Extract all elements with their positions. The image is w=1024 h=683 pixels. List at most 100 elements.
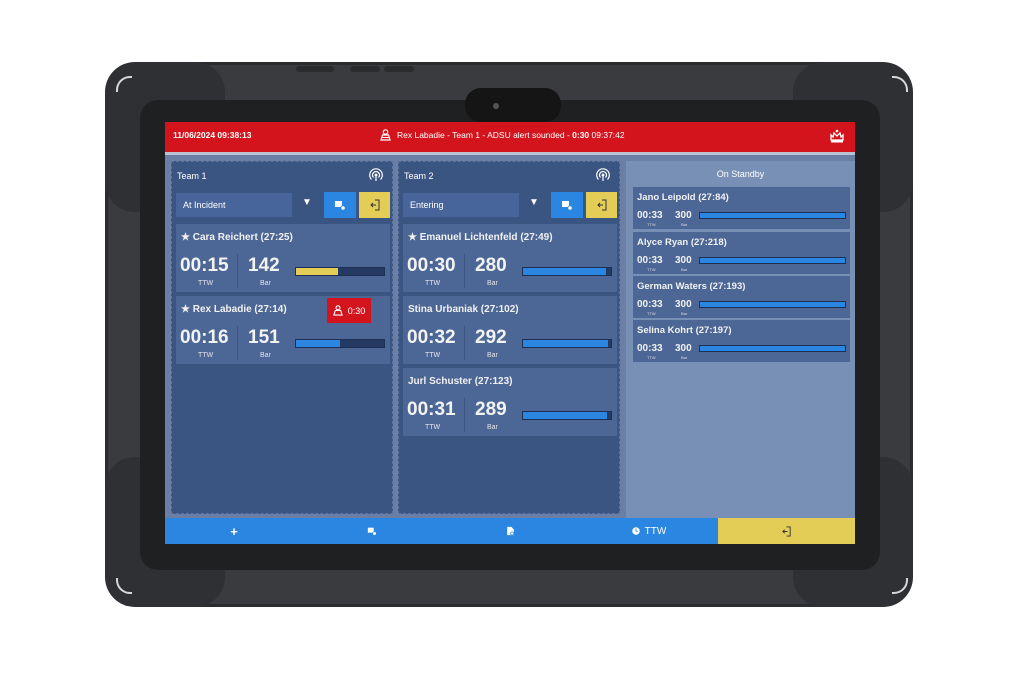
alert-bar[interactable]: 11/06/2024 09:38:13 Rex Labadie - Team 1… — [165, 122, 855, 152]
camera-icon — [493, 103, 499, 109]
divider — [237, 254, 238, 288]
withdraw-all-button[interactable] — [718, 518, 855, 544]
pressure-value: 142 — [248, 255, 280, 276]
ttw-label: TTW — [198, 352, 214, 359]
alert-text: Rex Labadie - Team 1 - ADSU alert sounde… — [397, 130, 573, 140]
ttw-value: 00:30 — [407, 255, 456, 276]
team-status-select[interactable]: At Incident — [176, 193, 292, 217]
team-withdraw-button[interactable] — [359, 192, 390, 218]
divider — [464, 398, 465, 432]
pressure-gauge — [522, 411, 612, 420]
pressure-value: 151 — [248, 327, 280, 348]
document-icon — [506, 526, 514, 536]
pressure-gauge-fill — [296, 340, 340, 347]
divider — [237, 326, 238, 360]
ttw-value: 00:16 — [180, 327, 229, 348]
firefighter-card[interactable]: Stina Urbaniak (27:102) 00:32 TTW 292 Ba… — [403, 296, 617, 364]
bottom-toolbar: + TTW — [165, 518, 855, 544]
brigade-logo-icon[interactable] — [829, 128, 845, 144]
pressure-value: 300 — [675, 210, 692, 221]
camera-housing — [465, 88, 561, 122]
ttw-button[interactable]: TTW — [579, 518, 718, 544]
standby-card[interactable]: German Waters (27:193) 00:33 TTW 300 Bar — [633, 276, 850, 318]
exit-door-icon — [596, 199, 606, 211]
pressure-label: Bar — [681, 267, 688, 272]
pressure-label: Bar — [681, 222, 688, 227]
exit-door-icon — [369, 199, 379, 211]
standby-panel: On Standby Jano Leipold (27:84) 00:33 TT… — [626, 161, 855, 518]
adsu-alarm-badge[interactable]: 0:30 — [327, 298, 371, 323]
standby-title: On Standby — [716, 169, 765, 179]
alert-datetime: 11/06/2024 09:38:13 — [173, 130, 252, 140]
hardware-button — [350, 66, 380, 72]
firefighter-name: German Waters (27:193) — [637, 281, 746, 292]
firefighter-card[interactable]: Jurl Schuster (27:123) 00:31 TTW 289 Bar — [403, 368, 617, 436]
standby-card[interactable]: Selina Kohrt (27:197) 00:33 TTW 300 Bar — [633, 320, 850, 362]
pressure-value: 280 — [475, 255, 507, 276]
divider — [464, 326, 465, 360]
team-status-select[interactable]: Entering — [403, 193, 519, 217]
pressure-gauge — [295, 267, 385, 276]
pressure-gauge — [699, 257, 846, 264]
equipment-icon — [562, 201, 573, 211]
pressure-gauge — [699, 301, 846, 308]
firefighter-name: ★ Rex Labadie (27:14) — [181, 304, 287, 315]
pressure-label: Bar — [487, 352, 498, 359]
equipment-button[interactable] — [303, 518, 441, 544]
pressure-label: Bar — [260, 352, 271, 359]
ttw-label: TTW — [647, 267, 656, 272]
firefighter-name: Jurl Schuster (27:123) — [408, 376, 513, 387]
pressure-gauge-fill — [523, 340, 609, 347]
standby-card[interactable]: Alyce Ryan (27:218) 00:33 TTW 300 Bar — [633, 232, 850, 274]
team-panel: Team 2 Entering ▼ ★ Emanuel Lichtenfeld … — [398, 161, 620, 514]
firefighter-name: Stina Urbaniak (27:102) — [408, 304, 519, 315]
hardware-button — [384, 66, 414, 72]
divider — [464, 254, 465, 288]
ttw-label: TTW — [647, 355, 656, 360]
ttw-value: 00:31 — [407, 399, 456, 420]
dropdown-arrow-icon[interactable]: ▼ — [529, 197, 539, 208]
pressure-label: Bar — [681, 355, 688, 360]
ttw-label: TTW — [647, 311, 656, 316]
ttw-value: 00:33 — [637, 255, 663, 266]
firefighter-name: Selina Kohrt (27:197) — [637, 325, 732, 336]
firefighter-name: ★ Emanuel Lichtenfeld (27:49) — [408, 232, 553, 243]
timer-icon — [631, 527, 640, 535]
ttw-label: TTW — [198, 280, 214, 287]
pressure-gauge — [699, 345, 846, 352]
team-panel: Team 1 At Incident ▼ ★ Cara Reichert (27… — [171, 161, 393, 514]
team-withdraw-button[interactable] — [586, 192, 617, 218]
team-settings-button[interactable] — [324, 192, 356, 218]
pressure-gauge — [295, 339, 385, 348]
radio-signal-icon[interactable] — [369, 168, 383, 182]
alarm-timer: 0:30 — [347, 305, 366, 316]
alert-time: 09:37:42 — [591, 130, 625, 140]
firefighter-card[interactable]: ★ Cara Reichert (27:25) 00:15 TTW 142 Ba… — [176, 224, 390, 292]
pressure-gauge — [522, 339, 612, 348]
equipment-icon — [335, 201, 346, 211]
ttw-label: TTW — [425, 424, 441, 431]
firefighter-card[interactable]: ★ Emanuel Lichtenfeld (27:49) 00:30 TTW … — [403, 224, 617, 292]
radio-signal-icon[interactable] — [596, 168, 610, 182]
ttw-value: 00:32 — [407, 327, 456, 348]
ttw-label: TTW — [647, 222, 656, 227]
log-button[interactable] — [441, 518, 579, 544]
exit-door-icon — [782, 525, 791, 537]
firefighter-card[interactable]: ★ Rex Labadie (27:14) 0:30 00:16 TTW 151… — [176, 296, 390, 364]
team-settings-button[interactable] — [551, 192, 583, 218]
ttw-value: 00:33 — [637, 210, 663, 221]
standby-card[interactable]: Jano Leipold (27:84) 00:33 TTW 300 Bar — [633, 187, 850, 229]
pressure-gauge-fill — [523, 268, 606, 275]
dropdown-arrow-icon[interactable]: ▼ — [302, 197, 312, 208]
pressure-label: Bar — [487, 280, 498, 287]
add-team-button[interactable]: + — [165, 518, 303, 544]
pressure-gauge-fill — [296, 268, 339, 275]
adsu-alarm-icon — [332, 305, 343, 316]
pressure-label: Bar — [260, 280, 271, 287]
pressure-label: Bar — [681, 311, 688, 316]
equipment-icon — [367, 527, 377, 536]
ttw-label: TTW — [425, 280, 441, 287]
ttw-value: 00:33 — [637, 299, 663, 310]
ttw-label: TTW — [425, 352, 441, 359]
ttw-button-label: TTW — [644, 525, 667, 537]
